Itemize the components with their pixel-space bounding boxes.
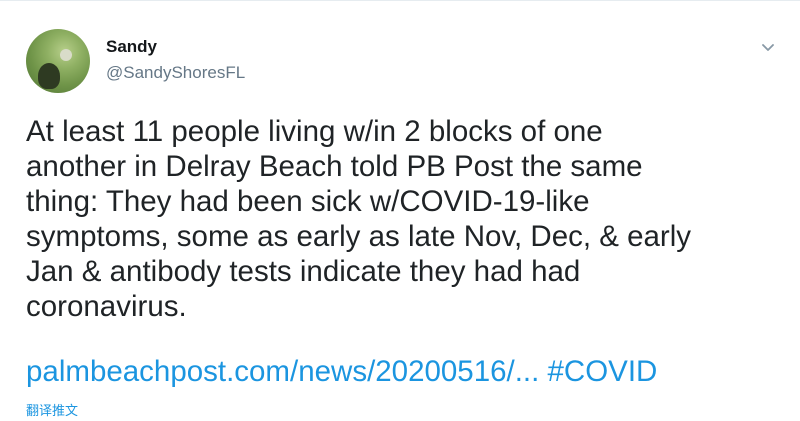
avatar-figure bbox=[38, 63, 60, 89]
tweet-text: At least 11 people living w/in 2 blocks … bbox=[26, 115, 692, 323]
hashtag-link[interactable]: #COVID bbox=[548, 355, 658, 388]
author-display-name[interactable]: Sandy bbox=[106, 37, 157, 57]
translate-tweet-link[interactable]: 翻译推文 bbox=[26, 400, 78, 419]
avatar-highlight bbox=[60, 49, 72, 61]
tweet-links: palmbeachpost.com/news/20200516/... #COV… bbox=[26, 354, 786, 389]
article-link[interactable]: palmbeachpost.com/news/20200516/... bbox=[26, 355, 539, 388]
avatar[interactable] bbox=[26, 29, 90, 93]
author-handle[interactable]: @SandyShoresFL bbox=[106, 63, 245, 83]
chevron-down-icon[interactable] bbox=[758, 37, 778, 57]
tweet-card: Sandy @SandyShoresFL At least 11 people … bbox=[0, 0, 800, 421]
